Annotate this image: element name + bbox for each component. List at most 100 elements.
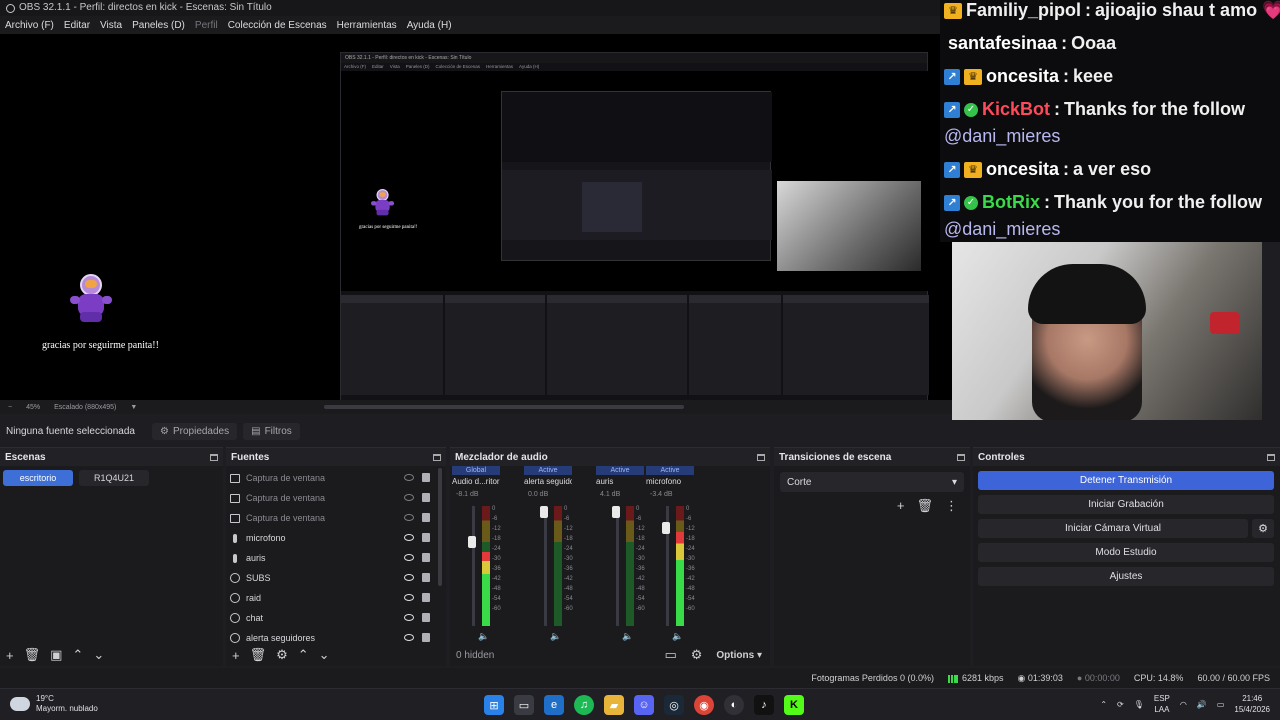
lock-icon[interactable] — [422, 473, 430, 482]
lock-icon[interactable] — [422, 633, 430, 642]
trash-icon[interactable]: 🗑 — [24, 647, 41, 663]
speaker-icon[interactable]: 🔈 — [622, 631, 633, 642]
edge-icon[interactable]: e — [544, 695, 564, 715]
language-indicator[interactable]: ESP LAA — [1154, 693, 1170, 715]
fader-knob[interactable] — [468, 536, 476, 549]
menu-archivo[interactable]: Archivo (F) — [5, 20, 54, 31]
source-item[interactable]: SUBS — [230, 568, 442, 588]
source-item[interactable]: auris — [230, 548, 442, 568]
trash-icon[interactable]: 🗑 — [250, 647, 267, 663]
eye-icon[interactable] — [404, 614, 414, 621]
sync-icon[interactable]: ⟳ — [1117, 700, 1124, 709]
preview-scrollbar[interactable] — [324, 405, 684, 409]
channel-name[interactable]: alerta seguidores — [524, 477, 572, 486]
microphone-icon[interactable]: 🎙 — [1134, 700, 1144, 709]
volume-fader[interactable] — [544, 506, 547, 626]
options-button[interactable]: Options ▾ — [716, 650, 762, 661]
virtual-cam-gear-icon[interactable]: ⚙ — [1252, 519, 1274, 538]
menu-paneles[interactable]: Paneles (D) — [132, 20, 185, 31]
lock-icon[interactable] — [422, 553, 430, 562]
chevron-down-icon[interactable]: ⌄ — [319, 647, 330, 663]
lock-icon[interactable] — [422, 573, 430, 582]
fader-knob[interactable] — [662, 522, 670, 535]
clock[interactable]: 21:46 15/4/2026 — [1234, 693, 1270, 715]
source-item[interactable]: Captura de ventana — [230, 488, 442, 508]
chevron-down-icon[interactable]: ▼ — [130, 404, 137, 411]
preview-canvas[interactable]: gracias por seguirme panita!! OBS 32.1.1… — [0, 34, 952, 400]
lock-icon[interactable] — [422, 593, 430, 602]
zoom-minus-icon[interactable]: − — [8, 404, 12, 411]
lock-icon[interactable] — [422, 533, 430, 542]
filter-icon[interactable]: ▣ — [50, 647, 62, 663]
eye-hidden-icon[interactable] — [404, 514, 414, 521]
fader-knob[interactable] — [540, 506, 548, 518]
chevron-up-icon[interactable]: ⌃ — [1100, 700, 1107, 709]
spotify-icon[interactable]: ♫ — [574, 695, 594, 715]
windows-start-icon[interactable]: ⊞ — [484, 695, 504, 715]
eye-icon[interactable] — [404, 594, 414, 601]
more-options-icon[interactable]: ⋮ — [945, 498, 958, 514]
speaker-icon[interactable]: 🔈 — [550, 631, 561, 642]
filters-button[interactable]: ▤ Filtros — [243, 422, 300, 440]
chrome-icon[interactable]: ◉ — [694, 695, 714, 715]
menu-ayuda[interactable]: Ayuda (H) — [407, 20, 452, 31]
layout-icon[interactable]: ▭ — [664, 647, 676, 663]
undock-icon[interactable] — [433, 453, 441, 461]
source-item[interactable]: chat — [230, 608, 442, 628]
eye-icon[interactable] — [404, 534, 414, 541]
scene-item-escritorio[interactable]: escritorio — [3, 470, 73, 486]
wifi-icon[interactable]: ◠ — [1180, 700, 1187, 709]
properties-button[interactable]: ⚙ Propiedades — [152, 422, 238, 440]
scaling-label[interactable]: Escalado (880x495) — [54, 404, 116, 411]
sources-scrollbar[interactable] — [438, 468, 442, 586]
channel-name[interactable]: auris — [596, 477, 644, 486]
undock-icon[interactable] — [757, 453, 765, 461]
volume-fader[interactable] — [616, 506, 619, 626]
speaker-icon[interactable]: 🔈 — [478, 631, 489, 642]
stop-stream-button[interactable]: Detener Transmisión — [978, 471, 1274, 490]
start-recording-button[interactable]: Iniciar Grabación — [978, 495, 1274, 514]
menu-editar[interactable]: Editar — [64, 20, 90, 31]
mixer-settings-icon[interactable]: ⚙ — [691, 647, 703, 663]
fader-knob[interactable] — [612, 506, 620, 518]
menu-vista[interactable]: Vista — [100, 20, 122, 31]
eye-hidden-icon[interactable] — [404, 494, 414, 501]
studio-mode-button[interactable]: Modo Estudio — [978, 543, 1274, 562]
gear-icon[interactable]: ⚙ — [276, 647, 288, 663]
channel-name[interactable]: Audio d...ritorio — [452, 477, 500, 486]
settings-button[interactable]: Ajustes — [978, 567, 1274, 586]
discord-icon[interactable]: ☺ — [634, 695, 654, 715]
add-icon[interactable]: + — [6, 648, 14, 663]
source-item[interactable]: Captura de ventana — [230, 468, 442, 488]
steam-icon[interactable]: ◎ — [664, 695, 684, 715]
add-icon[interactable]: + — [232, 648, 240, 663]
eye-icon[interactable] — [404, 634, 414, 641]
chevron-down-icon[interactable]: ⌄ — [93, 647, 104, 663]
source-item[interactable]: raid — [230, 588, 442, 608]
kick-icon[interactable]: K — [784, 695, 804, 715]
undock-icon[interactable] — [210, 453, 218, 461]
trash-icon[interactable]: 🗑 — [916, 498, 933, 514]
scene-item-r1q4u21[interactable]: R1Q4U21 — [79, 470, 149, 486]
zoom-level[interactable]: 45% — [26, 404, 40, 411]
eye-icon[interactable] — [404, 574, 414, 581]
start-virtual-cam-button[interactable]: Iniciar Cámara Virtual — [978, 519, 1248, 538]
tiktok-icon[interactable]: ♪ — [754, 695, 774, 715]
menu-coleccion-escenas[interactable]: Colección de Escenas — [228, 20, 327, 31]
transition-select[interactable]: Corte ▾ — [780, 472, 964, 492]
chevron-up-icon[interactable]: ⌃ — [298, 647, 309, 663]
weather-widget[interactable]: 19°C Mayorm. nublado — [10, 694, 98, 714]
speaker-icon[interactable]: 🔈 — [672, 631, 683, 642]
lock-icon[interactable] — [422, 513, 430, 522]
volume-fader[interactable] — [472, 506, 475, 626]
battery-icon[interactable]: ▭ — [1217, 700, 1225, 709]
lock-icon[interactable] — [422, 493, 430, 502]
undock-icon[interactable] — [1267, 453, 1275, 461]
obs-icon[interactable]: ◐ — [724, 695, 744, 715]
chevron-up-icon[interactable]: ⌃ — [72, 647, 83, 663]
volume-icon[interactable]: 🔊 — [1197, 700, 1207, 709]
menu-herramientas[interactable]: Herramientas — [337, 20, 397, 31]
source-item[interactable]: microfono — [230, 528, 442, 548]
task-view-icon[interactable]: ▭ — [514, 695, 534, 715]
eye-icon[interactable] — [404, 554, 414, 561]
